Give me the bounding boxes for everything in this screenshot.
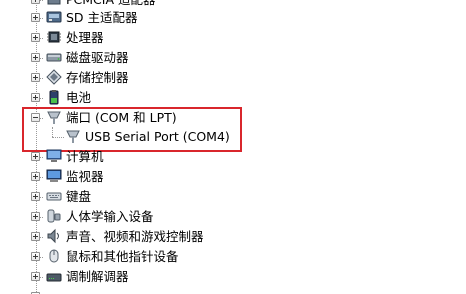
- monitor-icon: [46, 169, 62, 182]
- tree-item-label: 声音、视频和游戏控制器: [66, 229, 204, 244]
- sd-card-icon: [46, 11, 62, 23]
- tree-item-label: 人体学输入设备: [66, 209, 154, 224]
- tree-item-label: 鼠标和其他指针设备: [66, 249, 179, 264]
- tree-item-storage-controllers[interactable]: 存储控制器: [0, 68, 466, 88]
- expand-toggle[interactable]: [31, 152, 40, 161]
- expand-toggle[interactable]: [31, 73, 40, 82]
- storage-controller-icon: [46, 69, 62, 85]
- expand-toggle[interactable]: [31, 33, 40, 42]
- expand-toggle[interactable]: [31, 93, 40, 102]
- expand-toggle[interactable]: [31, 13, 40, 22]
- tree-item-modems[interactable]: 调制解调器: [0, 267, 466, 287]
- pcmcia-icon: [47, 0, 61, 5]
- expand-toggle[interactable]: [31, 53, 40, 62]
- mouse-icon: [49, 249, 59, 263]
- tree-item-disk-drives[interactable]: 磁盘驱动器: [0, 48, 466, 68]
- tree-item-sound-video-game[interactable]: 声音、视频和游戏控制器: [0, 227, 466, 247]
- tree-item-label: SD 主适配器: [66, 10, 138, 25]
- disk-drive-icon: [46, 53, 62, 62]
- computer-icon: [46, 149, 62, 162]
- expand-toggle[interactable]: [31, 252, 40, 261]
- sound-icon: [47, 228, 59, 244]
- tree-item-label: 存储控制器: [66, 70, 129, 85]
- tree-item-hid[interactable]: 人体学输入设备: [0, 207, 466, 227]
- tree-item-batteries[interactable]: 电池: [0, 88, 466, 108]
- modem-icon: [46, 273, 62, 282]
- highlight-box: [22, 107, 242, 152]
- tree-item-label: 电池: [66, 90, 92, 105]
- battery-icon: [49, 90, 59, 105]
- expand-toggle[interactable]: [31, 212, 40, 221]
- hid-icon: [47, 209, 61, 223]
- tree-item-next[interactable]: [0, 287, 466, 294]
- tree-item-processor[interactable]: 处理器: [0, 28, 466, 48]
- tree-item-monitors[interactable]: 监视器: [0, 167, 466, 187]
- tree-item-label: 调制解调器: [66, 269, 129, 284]
- tree-item-mice[interactable]: 鼠标和其他指针设备: [0, 247, 466, 267]
- tree-item-label: 磁盘驱动器: [66, 50, 129, 65]
- keyboard-icon: [46, 192, 62, 201]
- expand-toggle[interactable]: [31, 172, 40, 181]
- tree-item-computer[interactable]: 计算机: [0, 147, 466, 167]
- tree-item-keyboards[interactable]: 键盘: [0, 187, 466, 207]
- device-tree: PCMCIA 适配器 SD 主适配器 处理器: [0, 0, 466, 294]
- expand-toggle[interactable]: [31, 192, 40, 201]
- tree-item-label: 键盘: [66, 189, 92, 204]
- expand-toggle[interactable]: [31, 0, 40, 4]
- tree-item-label: 计算机: [66, 149, 104, 164]
- tree-item-sd-host[interactable]: SD 主适配器: [0, 8, 466, 28]
- processor-icon: [47, 31, 61, 43]
- expand-toggle[interactable]: [31, 232, 40, 241]
- tree-item-label: 处理器: [66, 30, 104, 45]
- tree-item-label: PCMCIA 适配器: [66, 0, 156, 8]
- expand-toggle[interactable]: [31, 272, 40, 281]
- tree-item-label: 监视器: [66, 169, 104, 184]
